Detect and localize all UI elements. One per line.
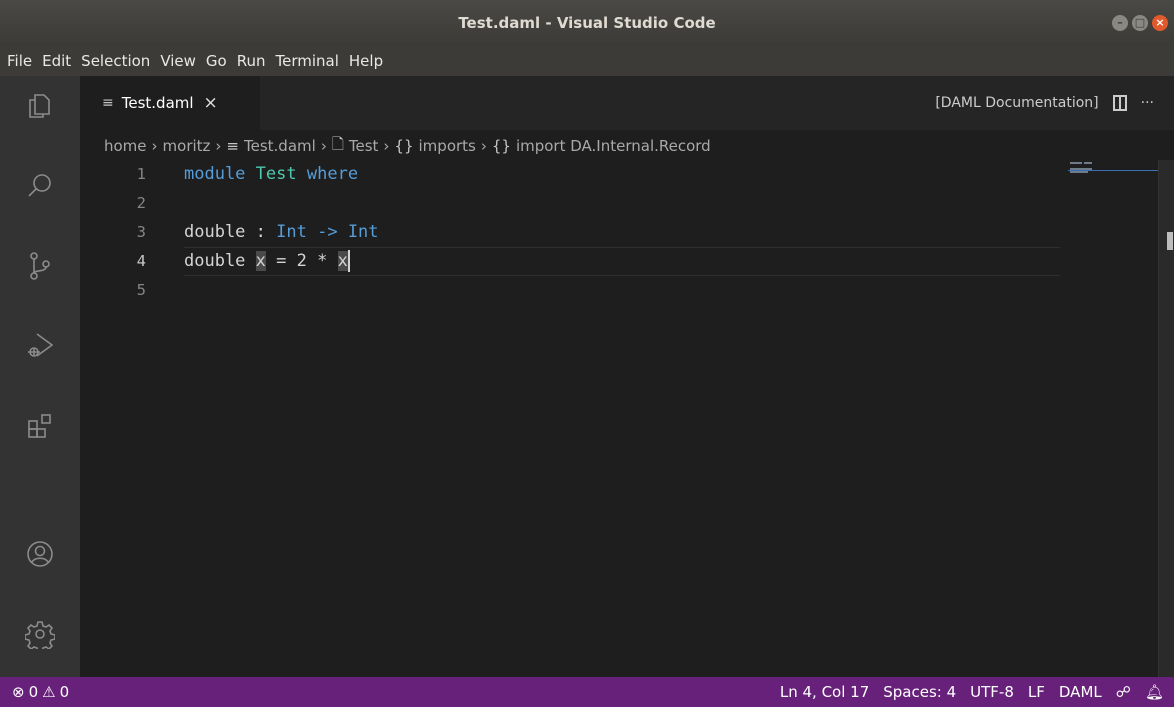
line-number: 5 [136,281,146,299]
menu-file[interactable]: File [2,46,37,76]
braces-icon: {} [394,137,414,155]
keyword-token: where [306,164,359,184]
title-bar: Test.daml - Visual Studio Code – □ × [0,0,1174,46]
highlighted-variable: x [337,251,348,271]
breadcrumb-module[interactable]: Test [349,137,379,155]
end-of-line[interactable]: LF [1028,683,1045,701]
menu-help[interactable]: Help [344,46,388,76]
menu-bar: File Edit Selection View Go Run Terminal… [0,46,1174,76]
breadcrumb: home › moritz › ≡ Test.daml › 🗋 Test › {… [104,134,711,158]
minimap-line [1070,171,1088,173]
operator-token: : [245,222,277,242]
code-line[interactable]: double : Int -> Int [184,218,379,247]
vertical-scrollbar[interactable] [1158,160,1174,677]
error-icon: ⊗ [12,683,25,701]
language-mode[interactable]: DAML [1059,683,1102,701]
notifications-bell-icon[interactable]: 🔔︎ [1145,683,1164,701]
line-number: 4 [136,252,146,270]
editor-tab-bar: ≡ Test.daml × [DAML Documentation] ··· [80,76,1174,130]
minimize-button[interactable]: – [1112,15,1128,31]
indentation[interactable]: Spaces: 4 [883,683,956,701]
warning-icon: ⚠ [42,683,56,701]
close-window-button[interactable]: × [1152,15,1168,31]
status-bar: ⊗ 0 ⚠ 0 Ln 4, Col 17 Spaces: 4 UTF-8 LF … [0,677,1174,707]
account-icon[interactable] [0,524,80,584]
more-actions-icon[interactable]: ··· [1141,95,1154,111]
menu-selection[interactable]: Selection [76,46,155,76]
cursor-position-marker [1167,232,1173,250]
line-number: 1 [136,165,146,183]
code-line[interactable]: double x = 2 * x [184,247,350,276]
breadcrumb-user[interactable]: moritz [163,137,211,155]
breadcrumb-separator-icon: › [320,137,327,155]
error-count: 0 [28,683,39,701]
maximize-button[interactable]: □ [1132,15,1148,31]
type-token: Int [347,222,379,242]
code-editor[interactable]: 1 2 3 4 5 module Test where double : Int… [80,160,1158,677]
code-line[interactable]: module Test where [184,160,358,189]
file-icon: 🗋 [331,134,344,153]
editor-actions: [DAML Documentation] ··· [935,76,1154,130]
identifier-token: double [184,222,246,242]
breadcrumb-file[interactable]: Test.daml [244,137,316,155]
line-number: 2 [136,194,146,212]
feedback-icon[interactable]: ☍ [1116,683,1131,701]
text-cursor [347,250,350,272]
braces-icon: {} [491,137,511,155]
breadcrumb-separator-icon: › [215,137,222,155]
breadcrumb-home[interactable]: home [104,137,147,155]
breadcrumb-imports[interactable]: imports [419,137,476,155]
extensions-icon[interactable] [0,396,80,456]
overview-ruler-line [1068,170,1158,171]
encoding[interactable]: UTF-8 [970,683,1014,701]
window-title: Test.daml - Visual Studio Code [458,14,716,32]
minimap[interactable] [1068,160,1158,190]
menu-run[interactable]: Run [232,46,271,76]
warning-count: 0 [59,683,70,701]
keyword-token: module [184,164,246,184]
minimap-line [1070,162,1082,164]
status-right: Ln 4, Col 17 Spaces: 4 UTF-8 LF DAML ☍ 🔔… [780,677,1164,707]
type-token: Int [276,222,307,242]
type-token: Test [255,164,297,184]
file-lines-icon: ≡ [102,95,114,111]
breadcrumb-separator-icon: › [383,137,390,155]
line-number: 3 [136,223,146,241]
file-lines-icon: ≡ [226,137,239,155]
explorer-icon[interactable] [0,76,80,136]
identifier-token: double [184,251,246,271]
minimap-line [1084,162,1092,164]
menu-go[interactable]: Go [201,46,232,76]
cursor-position[interactable]: Ln 4, Col 17 [780,683,869,701]
split-editor-icon[interactable] [1112,95,1127,111]
run-debug-icon[interactable] [0,316,80,376]
arrow-token: -> [306,222,348,242]
window-controls: – □ × [1112,15,1168,31]
tab-test-daml[interactable]: ≡ Test.daml × [80,76,260,130]
highlighted-variable: x [255,251,266,271]
source-control-icon[interactable] [0,236,80,296]
breadcrumb-separator-icon: › [480,137,487,155]
activity-bar [0,76,80,677]
close-tab-icon[interactable]: × [204,93,218,113]
breadcrumb-import[interactable]: import DA.Internal.Record [516,137,711,155]
menu-edit[interactable]: Edit [37,46,76,76]
vscode-window: Test.daml - Visual Studio Code – □ × Fil… [0,0,1174,707]
breadcrumb-separator-icon: › [151,137,158,155]
daml-documentation-button[interactable]: [DAML Documentation] [935,95,1098,111]
menu-terminal[interactable]: Terminal [271,46,344,76]
menu-view[interactable]: View [155,46,201,76]
settings-gear-icon[interactable] [0,604,80,664]
tab-label: Test.daml [121,94,194,112]
expression-token: = 2 * [265,251,338,271]
problems-indicator[interactable]: ⊗ 0 ⚠ 0 [12,677,69,707]
search-icon[interactable] [0,156,80,216]
